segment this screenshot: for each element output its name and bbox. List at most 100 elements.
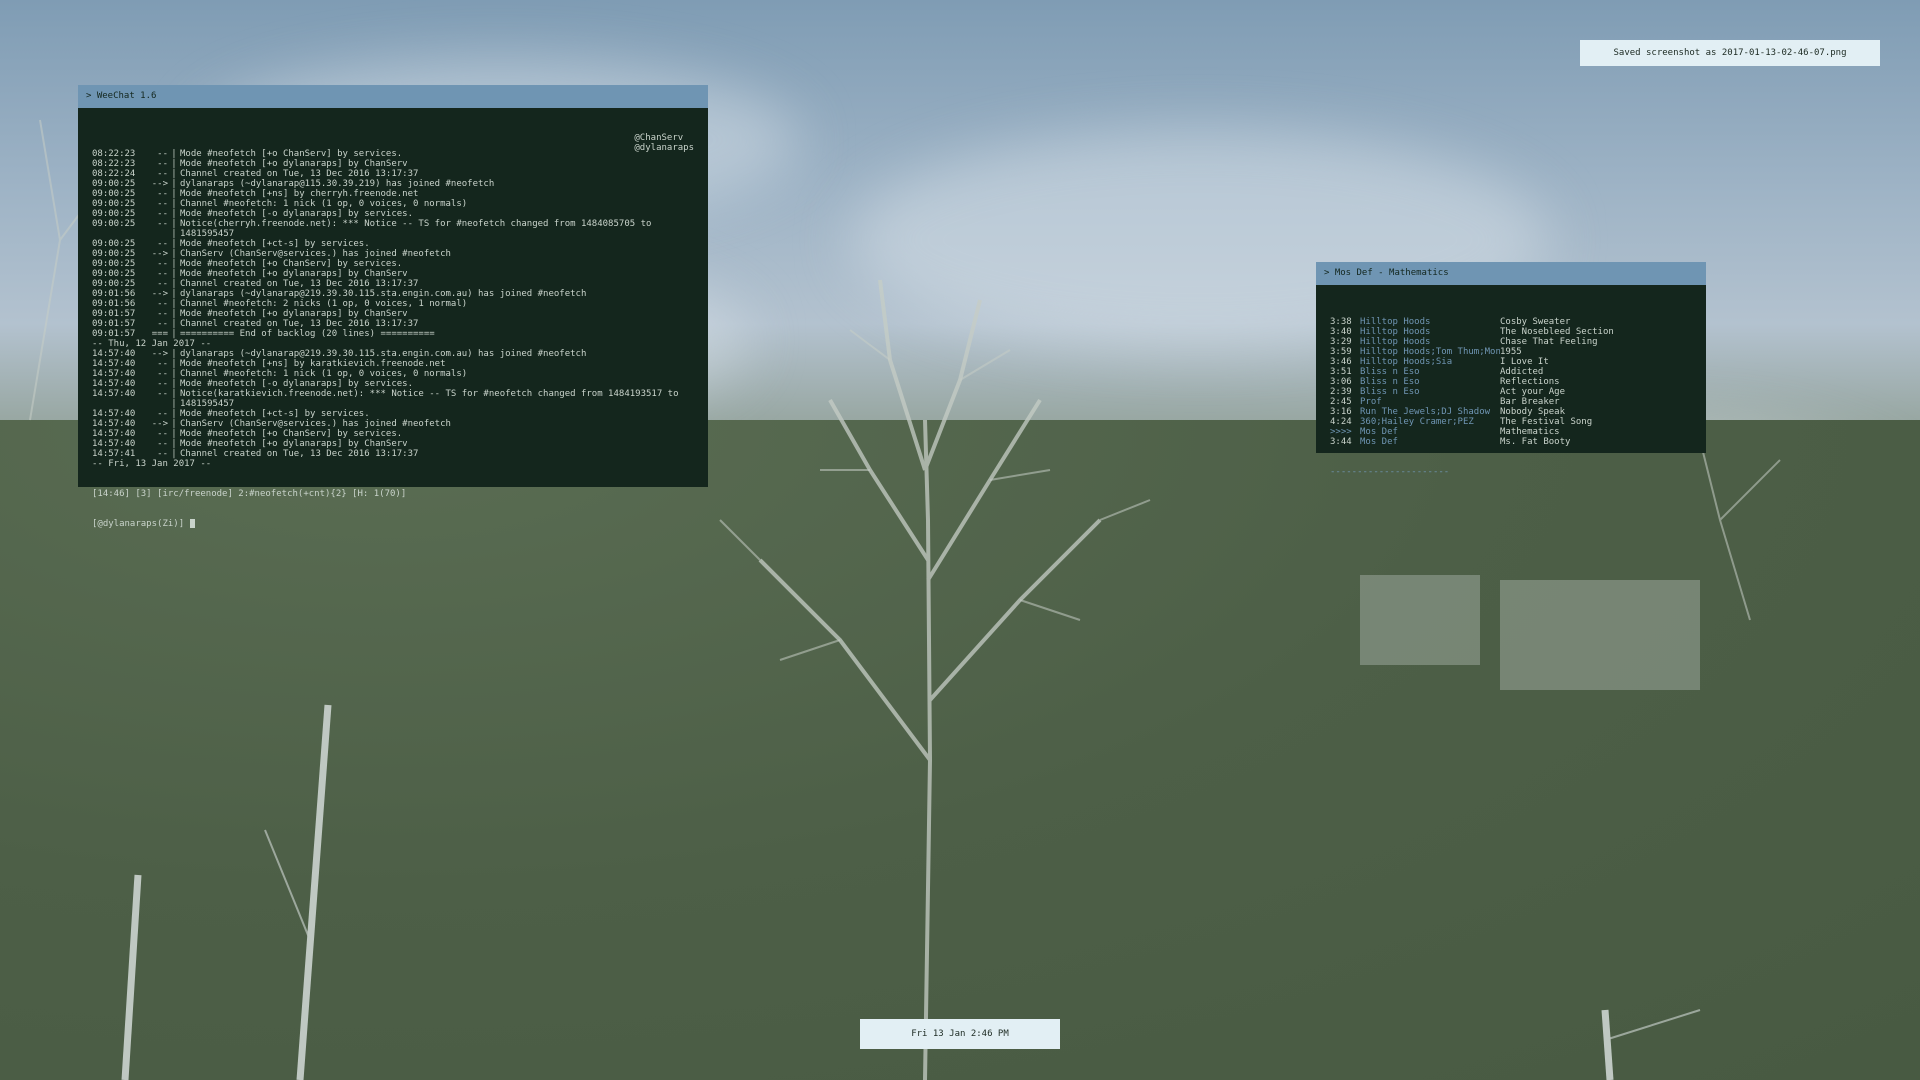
track-title: Bar Breaker xyxy=(1500,397,1560,407)
chat-prefix: -- xyxy=(157,369,168,379)
chat-separator: │ xyxy=(171,399,177,409)
chat-separator: │ xyxy=(171,209,177,219)
chat-line: 09:01:57 -- │ Channel created on Tue, 13 De… xyxy=(92,319,694,329)
chat-buffer: 08:22:23 -- │ Mode #neofetch [+o ChanServ] … xyxy=(78,108,708,555)
chat-line: 09:00:25 -- │ Mode #neofetch [+o dylanaraps… xyxy=(92,269,694,279)
track-title: 1955 xyxy=(1500,347,1522,357)
track-artist: Hilltop Hoods xyxy=(1360,317,1431,327)
chat-prefix: --> xyxy=(151,289,168,299)
chat-separator: │ xyxy=(171,419,177,429)
playlist-row[interactable]: 3:38 Hilltop Hoods Cosby Sweater xyxy=(1330,317,1692,327)
screenshot-notification: Saved screenshot as 2017-01-13-02-46-07.… xyxy=(1580,40,1880,66)
playlist-row[interactable]: 3:51 Bliss n Eso Addicted xyxy=(1330,367,1692,377)
chat-timestamp: 14:57:40 xyxy=(92,429,136,439)
chat-timestamp: 14:57:40 xyxy=(92,359,136,369)
chat-separator: │ xyxy=(171,159,177,169)
chat-message: Channel #neofetch: 2 nicks (1 op, 0 voic… xyxy=(180,299,468,309)
chat-timestamp: 14:57:40 xyxy=(92,389,136,399)
chat-separator: │ xyxy=(171,299,177,309)
chat-message: Channel created on Tue, 13 Dec 2016 13:1… xyxy=(180,319,419,329)
chat-line: 09:00:25 --> │ dylanaraps (~dylanarap@115.3… xyxy=(92,179,694,189)
track-artist: Hilltop Hoods;Tom Thum;Mont xyxy=(1360,347,1500,357)
track-artist: Bliss n Eso xyxy=(1360,377,1420,387)
chat-prefix: -- xyxy=(157,269,168,279)
playlist-row[interactable]: 3:29 Hilltop Hoods Chase That Feeling xyxy=(1330,337,1692,347)
chat-line: 08:22:24 -- │ Channel created on Tue, 13 De… xyxy=(92,169,694,179)
chat-timestamp: 09:00:25 xyxy=(92,239,136,249)
weechat-window[interactable]: > WeeChat 1.6 @ChanServ @dylanaraps 08:2… xyxy=(78,85,708,529)
chat-prefix: -- xyxy=(157,299,168,309)
track-duration: 3:06 xyxy=(1330,377,1352,387)
chat-timestamp: 09:00:25 xyxy=(92,179,136,189)
chat-timestamp: 09:00:25 xyxy=(92,199,136,209)
playlist-row[interactable]: 3:46 Hilltop Hoods;Sia I Love It xyxy=(1330,357,1692,367)
track-duration: 2:45 xyxy=(1330,397,1352,407)
playlist-row[interactable]: 3:40 Hilltop Hoods The Nosebleed Section xyxy=(1330,327,1692,337)
chat-line: 09:00:25 -- │ Mode #neofetch [+ct-s] by ser… xyxy=(92,239,694,249)
chat-message: Mode #neofetch [+ns] by cherryh.freenode… xyxy=(180,189,419,199)
chat-prefix: -- xyxy=(157,319,168,329)
chat-line: 14:57:40 -- │ Mode #neofetch [+o ChanServ] … xyxy=(92,429,694,439)
chat-timestamp: 09:00:25 xyxy=(92,189,136,199)
chat-timestamp: 14:57:40 xyxy=(92,409,136,419)
chat-line: 09:00:25 -- │ Channel created on Tue, 13 De… xyxy=(92,279,694,289)
music-player-window[interactable]: > Mos Def - Mathematics 3:38 Hilltop Hood… xyxy=(1316,262,1706,477)
chat-separator: │ xyxy=(171,429,177,439)
nick-chanserv[interactable]: @ChanServ xyxy=(634,133,694,143)
chat-timestamp: 09:00:25 xyxy=(92,259,136,269)
track-title: Act your Age xyxy=(1500,387,1566,397)
day-change-separator: -- Thu, 12 Jan 2017 -- xyxy=(92,339,212,349)
track-duration: 3:40 xyxy=(1330,327,1352,337)
chat-line: 09:01:56 --> │ dylanaraps (~dylanarap@219.3… xyxy=(92,289,694,299)
playlist-row[interactable]: 2:39 Bliss n Eso Act your Age xyxy=(1330,387,1692,397)
playlist-row[interactable]: 3:59 Hilltop Hoods;Tom Thum;Mont1955 xyxy=(1330,347,1692,357)
track-artist: Bliss n Eso xyxy=(1360,387,1420,397)
chat-separator: │ xyxy=(171,279,177,289)
chat-timestamp: 09:01:56 xyxy=(92,299,136,309)
chat-line: 14:57:40 --> │ ChanServ (ChanServ@services.… xyxy=(92,419,694,429)
chat-separator: │ xyxy=(171,379,177,389)
chat-prefix: --> xyxy=(151,179,168,189)
chat-line: 14:57:40 -- │ Mode #neofetch [+ns] by karat… xyxy=(92,359,694,369)
track-duration: 3:51 xyxy=(1330,367,1352,377)
music-titlebar[interactable]: > Mos Def - Mathematics xyxy=(1316,262,1706,285)
nick-dylanaraps[interactable]: @dylanaraps xyxy=(634,143,694,153)
chat-timestamp: 09:01:57 xyxy=(92,309,136,319)
playlist-row[interactable]: 3:06 Bliss n Eso Reflections xyxy=(1330,377,1692,387)
chat-timestamp: 09:01:57 xyxy=(92,329,136,339)
chat-separator: │ xyxy=(171,239,177,249)
track-artist: Hilltop Hoods xyxy=(1360,327,1431,337)
chat-timestamp: 09:00:25 xyxy=(92,279,136,289)
chat-line: 09:00:25 -- │ Mode #neofetch [-o dylanaraps… xyxy=(92,209,694,219)
chat-prefix: -- xyxy=(157,219,168,229)
track-artist: Run The Jewels;DJ Shadow xyxy=(1360,407,1491,417)
weechat-titlebar[interactable]: > WeeChat 1.6 xyxy=(78,85,708,108)
playlist-row[interactable]: 3:16 Run The Jewels;DJ Shadow Nobody Speak xyxy=(1330,407,1692,417)
chat-separator: │ xyxy=(171,259,177,269)
track-list: 3:38 Hilltop Hoods Cosby Sweater 3:40 Hillto… xyxy=(1330,317,1692,447)
chat-line: 09:00:25 -- │ Channel #neofetch: 1 nick (1 … xyxy=(92,199,694,209)
track-artist: 360;Hailey Cramer;PEZ xyxy=(1360,417,1474,427)
track-duration: 4:24 xyxy=(1330,417,1352,427)
chat-prefix: === xyxy=(151,329,168,339)
chat-message: Channel #neofetch: 1 nick (1 op, 0 voice… xyxy=(180,199,468,209)
chat-timestamp: 14:57:40 xyxy=(92,349,136,359)
input-line[interactable]: [@dylanaraps(Zi)] xyxy=(92,519,694,529)
chat-line: 09:00:25 -- │ Mode #neofetch [+ns] by cherr… xyxy=(92,189,694,199)
playlist-row[interactable]: >>>> Mos Def Mathematics xyxy=(1330,427,1692,437)
track-duration: 3:29 xyxy=(1330,337,1352,347)
playlist-row[interactable]: 4:24 360;Hailey Cramer;PEZ The Festival So… xyxy=(1330,417,1692,427)
chat-line: 09:01:57 === │ ========== End of backlog (2… xyxy=(92,329,694,339)
playlist-row[interactable]: 2:45 Prof Bar Breaker xyxy=(1330,397,1692,407)
chat-line: 14:57:40 -- │ Mode #neofetch [+o dylanaraps… xyxy=(92,439,694,449)
track-duration: 3:59 xyxy=(1330,347,1352,357)
chat-message: dylanaraps (~dylanarap@219.39.30.115.sta… xyxy=(180,349,587,359)
chat-timestamp: 14:57:40 xyxy=(92,419,136,429)
chat-timestamp: 14:57:41 xyxy=(92,449,136,459)
chat-prefix: -- xyxy=(157,409,168,419)
chat-separator: │ xyxy=(171,189,177,199)
chat-line: 09:00:25 --> │ ChanServ (ChanServ@services.… xyxy=(92,249,694,259)
clock-bar: Fri 13 Jan 2:46 PM xyxy=(860,1019,1060,1049)
playlist-row[interactable]: 3:44 Mos Def Ms. Fat Booty xyxy=(1330,437,1692,447)
chat-message: ChanServ (ChanServ@services.) has joined… xyxy=(180,419,451,429)
